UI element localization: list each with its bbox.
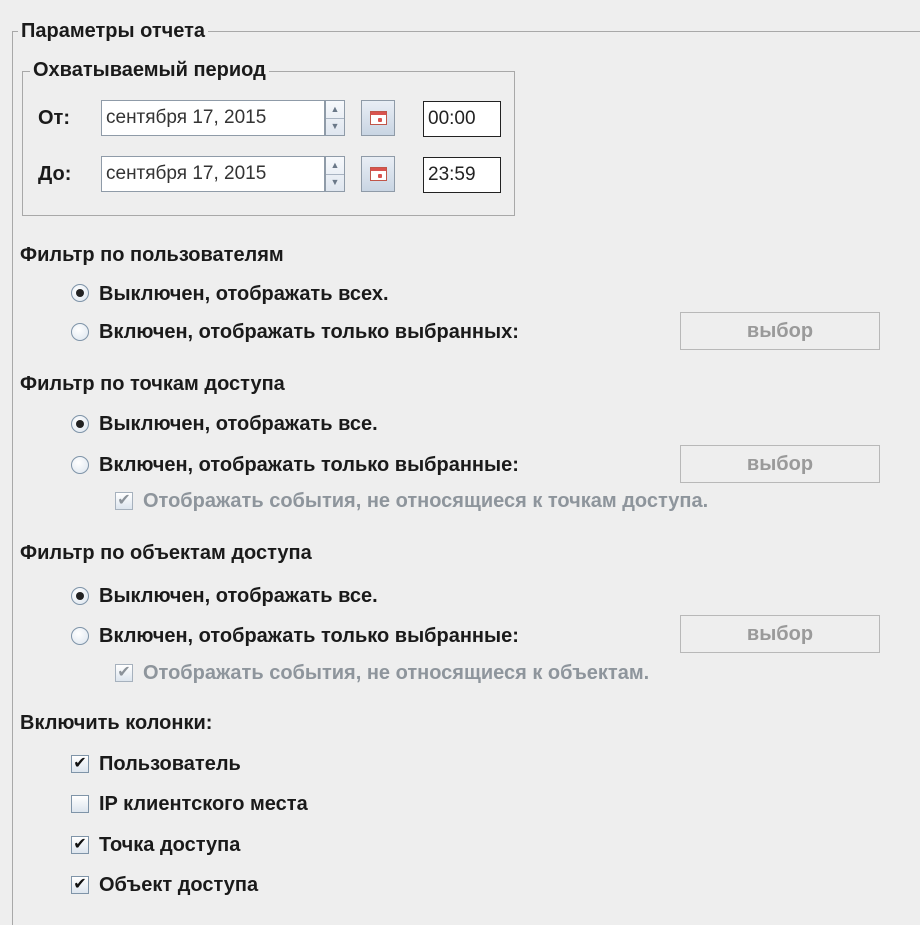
spinner-up-arrow-icon[interactable]: ▲ [326, 157, 344, 175]
from-label: От: [38, 107, 71, 129]
from-time-field[interactable]: 00:00 [423, 101, 501, 137]
column-access-point-checkbox[interactable]: ✔ [71, 836, 89, 854]
column-user-label[interactable]: Пользователь [99, 752, 241, 776]
access-object-extra-checkbox[interactable]: ✔ [115, 664, 133, 682]
user-filter-on-radio[interactable] [71, 323, 89, 341]
column-access-point-label[interactable]: Точка доступа [99, 833, 240, 857]
access-point-extra-checkbox[interactable]: ✔ [115, 492, 133, 510]
to-date-field[interactable]: сентября 17, 2015 [101, 156, 325, 192]
spinner-down-arrow-icon[interactable]: ▼ [326, 118, 344, 135]
access-object-filter-off-label[interactable]: Выключен, отображать все. [99, 584, 378, 608]
period-title: Охватываемый период [30, 58, 269, 82]
access-object-select-button[interactable]: выбор [680, 615, 880, 653]
access-point-filter-heading: Фильтр по точкам доступа [20, 373, 285, 395]
access-point-filter-on-radio[interactable] [71, 456, 89, 474]
calendar-icon [370, 167, 387, 181]
access-point-filter-on-label[interactable]: Включен, отображать только выбранные: [99, 453, 519, 477]
column-ip-checkbox[interactable] [71, 795, 89, 813]
access-object-filter-on-label[interactable]: Включен, отображать только выбранные: [99, 624, 519, 648]
to-time-field[interactable]: 23:59 [423, 157, 501, 193]
column-user-checkbox[interactable]: ✔ [71, 755, 89, 773]
access-point-filter-off-label[interactable]: Выключен, отображать все. [99, 412, 378, 436]
user-filter-heading: Фильтр по пользователям [20, 244, 284, 266]
access-point-extra-label[interactable]: Отображать события, не относящиеся к точ… [143, 489, 708, 513]
calendar-icon [370, 111, 387, 125]
user-filter-off-radio[interactable] [71, 284, 89, 302]
access-point-select-button[interactable]: выбор [680, 445, 880, 483]
access-object-filter-on-radio[interactable] [71, 627, 89, 645]
column-access-object-label[interactable]: Объект доступа [99, 873, 258, 897]
to-label: До: [38, 163, 72, 185]
report-params-title: Параметры отчета [18, 19, 209, 43]
to-date-spinner[interactable]: ▲ ▼ [325, 156, 345, 192]
spinner-up-arrow-icon[interactable]: ▲ [326, 101, 344, 119]
user-filter-on-label[interactable]: Включен, отображать только выбранных: [99, 320, 519, 344]
columns-heading: Включить колонки: [20, 712, 213, 734]
access-object-filter-off-radio[interactable] [71, 587, 89, 605]
from-date-field[interactable]: сентября 17, 2015 [101, 100, 325, 136]
access-object-filter-heading: Фильтр по объектам доступа [20, 542, 312, 564]
access-object-extra-label[interactable]: Отображать события, не относящиеся к объ… [143, 661, 649, 685]
user-select-button[interactable]: выбор [680, 312, 880, 350]
user-filter-off-label[interactable]: Выключен, отображать всех. [99, 282, 389, 306]
from-date-spinner[interactable]: ▲ ▼ [325, 100, 345, 136]
access-point-filter-off-radio[interactable] [71, 415, 89, 433]
to-calendar-button[interactable] [361, 156, 395, 192]
column-ip-label[interactable]: IP клиентского места [99, 792, 308, 816]
spinner-down-arrow-icon[interactable]: ▼ [326, 174, 344, 191]
from-calendar-button[interactable] [361, 100, 395, 136]
column-access-object-checkbox[interactable]: ✔ [71, 876, 89, 894]
